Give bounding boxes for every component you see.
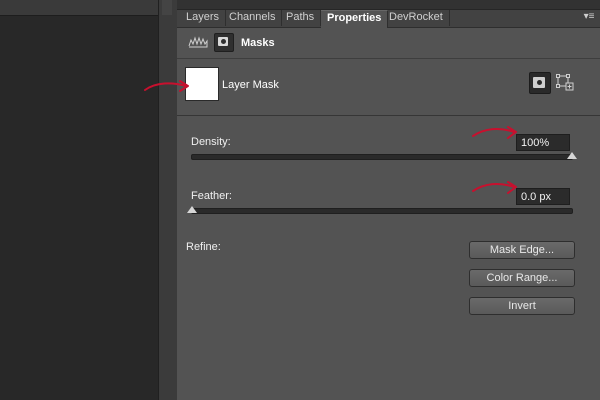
mask-mode-icon[interactable] [214,33,234,52]
tab-devrocket[interactable]: DevRocket [383,10,450,26]
panel-dock-divider[interactable] [158,0,178,400]
panel-tab-bar-top [177,0,600,10]
density-input[interactable]: 100% [516,134,570,151]
tab-properties[interactable]: Properties [321,10,389,28]
tab-layers[interactable]: Layers [180,10,227,26]
refine-label: Refine: [186,241,221,253]
feather-input[interactable]: 0.0 px [516,188,570,205]
layer-mask-row: Layer Mask [177,59,600,116]
canvas-top-bar [0,0,158,16]
color-range-button[interactable]: Color Range... [469,269,575,287]
feather-slider[interactable] [187,206,573,214]
tab-paths[interactable]: Paths [280,10,322,26]
feather-label: Feather: [191,190,232,202]
document-canvas-area [0,0,158,400]
density-slider-thumb[interactable] [567,152,577,159]
feather-slider-thumb[interactable] [187,206,197,213]
density-slider[interactable] [191,152,577,160]
annotation-arrow-layer-mask [144,80,189,92]
annotation-arrow-feather [472,181,517,194]
properties-panel: Layers Channels Paths Properties DevRock… [177,0,600,400]
panel-tab-bar: Layers Channels Paths Properties DevRock… [177,0,600,28]
panel-title: Masks [241,37,275,49]
select-pixel-mask-button[interactable] [529,72,551,94]
invert-button[interactable]: Invert [469,297,575,315]
properties-header: Masks [177,28,600,59]
mask-edge-button[interactable]: Mask Edge... [469,241,575,259]
layer-mask-label: Layer Mask [222,79,279,91]
adjustment-crown-icon [188,36,208,48]
annotation-arrow-density [472,126,517,139]
panel-menu-icon[interactable]: ▾≡ [582,10,596,24]
add-vector-mask-icon[interactable] [556,73,574,91]
dock-grip [162,0,172,15]
density-label: Density: [191,136,231,148]
tab-channels[interactable]: Channels [223,10,283,26]
